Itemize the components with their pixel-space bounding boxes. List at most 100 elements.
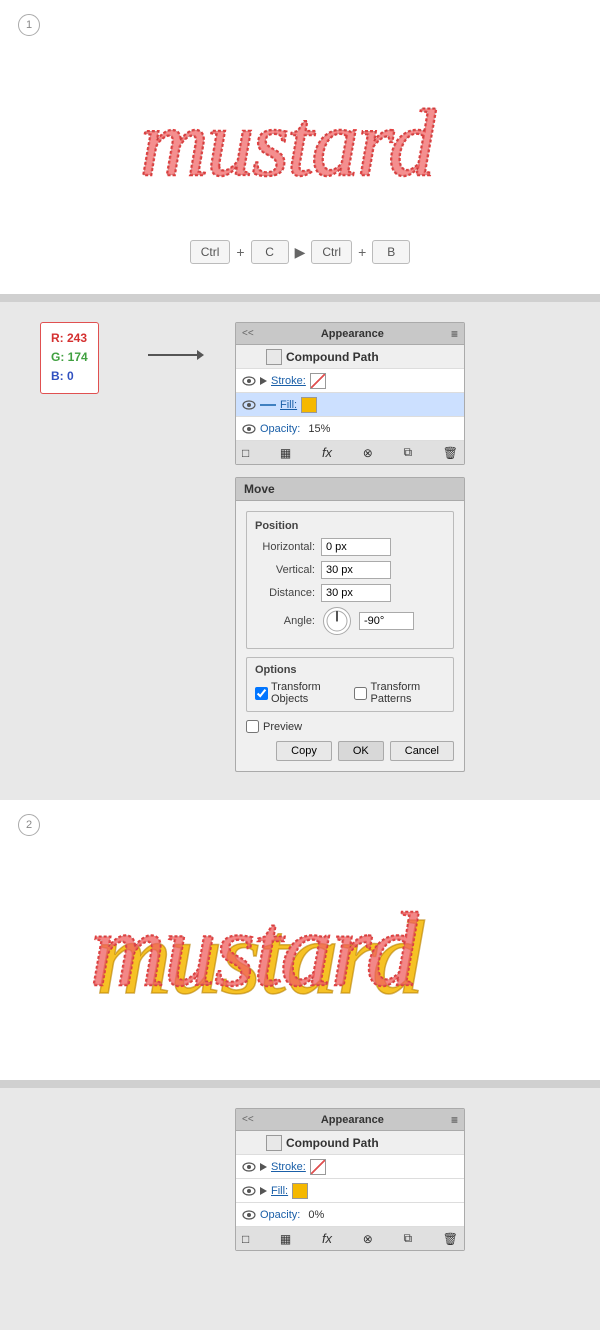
panel-menu-icon-2[interactable]: ≡ bbox=[451, 1113, 458, 1127]
horizontal-row: Horizontal: bbox=[255, 538, 445, 556]
transform-objects-checkbox[interactable] bbox=[255, 687, 268, 700]
divider-2 bbox=[0, 1080, 600, 1088]
step-number-1: 1 bbox=[18, 14, 40, 36]
fill-label-2[interactable]: Fill: bbox=[271, 1185, 288, 1197]
fill-swatch-2[interactable] bbox=[292, 1183, 308, 1199]
panel-area-1: R: 243 G: 174 B: 0 << Appearance ≡ Compo… bbox=[0, 302, 600, 792]
footer-icon-circle-cross-1[interactable]: ⊗ bbox=[363, 446, 373, 460]
fill-label-1[interactable]: Fill: bbox=[280, 399, 297, 411]
plus-2: + bbox=[358, 244, 366, 260]
distance-row: Distance: bbox=[255, 584, 445, 602]
footer-icon-fx-2[interactable]: fx bbox=[322, 1231, 332, 1246]
opacity-row-2[interactable]: Opacity: 0% bbox=[236, 1203, 464, 1227]
distance-input[interactable] bbox=[321, 584, 391, 602]
panel-area-2: << Appearance ≡ Compound Path Stroke: bbox=[0, 1088, 600, 1328]
expand-fill-2[interactable] bbox=[260, 1187, 267, 1195]
key-ctrl-2: Ctrl bbox=[311, 240, 352, 264]
key-c: C bbox=[251, 240, 289, 264]
fill-row-2[interactable]: Fill: bbox=[236, 1179, 464, 1203]
section-1: 1 mustard mustard mustard Ctrl + C ▶ Ctr… bbox=[0, 0, 600, 294]
svg-text:mustard: mustard bbox=[90, 891, 419, 1008]
appearance-panel-1: << Appearance ≡ Compound Path Stroke: bbox=[235, 322, 465, 465]
keyboard-shortcut-row: Ctrl + C ▶ Ctrl + B bbox=[20, 240, 580, 264]
footer-icon-square-1[interactable]: □ bbox=[242, 446, 249, 460]
fill-row-1[interactable]: Fill: bbox=[236, 393, 464, 417]
opacity-row-1[interactable]: Opacity: 15% bbox=[236, 417, 464, 441]
color-r: R: 243 bbox=[51, 329, 88, 348]
footer-icon-trash-1[interactable]: 🗑 bbox=[443, 446, 458, 460]
transform-patterns-label[interactable]: Transform Patterns bbox=[354, 681, 445, 705]
opacity-label-2[interactable]: Opacity: bbox=[260, 1209, 300, 1221]
horizontal-input[interactable] bbox=[321, 538, 391, 556]
eye-icon-opacity-1 bbox=[242, 424, 256, 434]
panel-collapse-btn-2[interactable]: << bbox=[242, 1114, 254, 1125]
checkbox-row: Transform Objects Transform Patterns bbox=[255, 681, 445, 705]
stroke-label-1[interactable]: Stroke: bbox=[271, 375, 306, 387]
fill-swatch-1[interactable] bbox=[301, 397, 317, 413]
eye-icon-fill-2 bbox=[242, 1186, 256, 1196]
eye-icon-fill-1 bbox=[242, 400, 256, 410]
cancel-button[interactable]: Cancel bbox=[390, 741, 454, 761]
preview-row: Preview bbox=[246, 720, 454, 733]
appearance-footer-2: □ ▦ fx ⊗ ⧉ 🗑 bbox=[236, 1227, 464, 1250]
panel-title-2: Appearance bbox=[321, 1114, 384, 1126]
footer-icon-square-2[interactable]: □ bbox=[242, 1232, 249, 1246]
footer-icon-fx-1[interactable]: fx bbox=[322, 445, 332, 460]
move-dialog-titlebar: Move bbox=[236, 478, 464, 501]
expand-stroke-1[interactable] bbox=[260, 377, 267, 385]
panel-title-1: Appearance bbox=[321, 328, 384, 340]
angle-input[interactable] bbox=[359, 612, 414, 630]
vertical-input[interactable] bbox=[321, 561, 391, 579]
color-info-box: R: 243 G: 174 B: 0 bbox=[40, 322, 99, 394]
mustard-artwork-2: mustard mustard mustard mustard mustard bbox=[20, 830, 580, 1060]
angle-dial[interactable] bbox=[323, 607, 351, 635]
appearance-panel-2: << Appearance ≡ Compound Path Stroke: bbox=[235, 1108, 465, 1251]
preview-label: Preview bbox=[263, 721, 302, 733]
divider-1 bbox=[0, 294, 600, 302]
preview-checkbox[interactable] bbox=[246, 720, 259, 733]
color-g: G: 174 bbox=[51, 348, 88, 367]
transform-objects-label[interactable]: Transform Objects bbox=[255, 681, 342, 705]
appearance-footer-1: □ ▦ fx ⊗ ⧉ 🗑 bbox=[236, 441, 464, 464]
arrow-indicator bbox=[148, 354, 198, 356]
move-dialog: Move Position Horizontal: Vertical: Dist… bbox=[235, 477, 465, 772]
eye-icon-stroke-2 bbox=[242, 1162, 256, 1172]
transform-patterns-checkbox[interactable] bbox=[354, 687, 367, 700]
move-dialog-body: Position Horizontal: Vertical: Distance:… bbox=[236, 501, 464, 771]
footer-icon-copy-1[interactable]: ⧉ bbox=[403, 445, 412, 460]
section-2: 2 mustard mustard mustard mustard mustar… bbox=[0, 800, 600, 1080]
position-legend: Position bbox=[255, 520, 445, 532]
fill-indicator bbox=[260, 404, 276, 406]
key-ctrl-1: Ctrl bbox=[190, 240, 231, 264]
appearance-titlebar-1: << Appearance ≡ bbox=[236, 323, 464, 345]
ok-button[interactable]: OK bbox=[338, 741, 384, 761]
panel-menu-icon-1[interactable]: ≡ bbox=[451, 327, 458, 341]
footer-icon-circle-cross-2[interactable]: ⊗ bbox=[363, 1232, 373, 1246]
dialog-buttons: Copy OK Cancel bbox=[246, 741, 454, 761]
options-group: Options Transform Objects Transform Patt… bbox=[246, 657, 454, 712]
appearance-titlebar-2: << Appearance ≡ bbox=[236, 1109, 464, 1131]
eye-icon-stroke-1 bbox=[242, 376, 256, 386]
footer-icon-copy-2[interactable]: ⧉ bbox=[403, 1231, 412, 1246]
footer-icon-trash-2[interactable]: 🗑 bbox=[443, 1232, 458, 1246]
color-b: B: 0 bbox=[51, 367, 88, 386]
distance-label: Distance: bbox=[255, 587, 315, 599]
expand-stroke-2[interactable] bbox=[260, 1163, 267, 1171]
step-number-2: 2 bbox=[18, 814, 40, 836]
panel-collapse-btn-1[interactable]: << bbox=[242, 328, 254, 339]
options-legend: Options bbox=[255, 664, 445, 676]
stroke-row-1[interactable]: Stroke: bbox=[236, 369, 464, 393]
eye-icon-opacity-2 bbox=[242, 1210, 256, 1220]
compound-path-label-2: Compound Path bbox=[286, 1136, 379, 1150]
copy-button[interactable]: Copy bbox=[276, 741, 332, 761]
opacity-label-1[interactable]: Opacity: bbox=[260, 423, 300, 435]
footer-icon-layers-1[interactable]: ▦ bbox=[280, 446, 291, 460]
compound-path-label-1: Compound Path bbox=[286, 350, 379, 364]
compound-path-row-1: Compound Path bbox=[236, 345, 464, 369]
stroke-label-2[interactable]: Stroke: bbox=[271, 1161, 306, 1173]
mustard-artwork-1: mustard mustard mustard bbox=[20, 30, 580, 230]
stroke-row-2[interactable]: Stroke: bbox=[236, 1155, 464, 1179]
footer-icon-layers-2[interactable]: ▦ bbox=[280, 1232, 291, 1246]
plus-1: + bbox=[236, 244, 244, 260]
svg-text:mustard: mustard bbox=[140, 90, 436, 196]
